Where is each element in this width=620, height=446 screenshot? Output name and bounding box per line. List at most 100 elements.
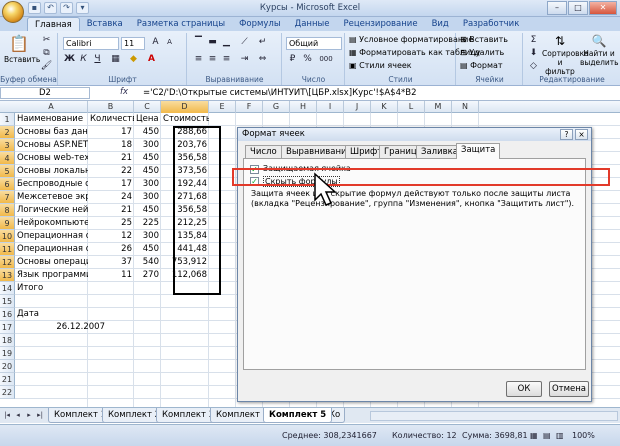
tab-formulas[interactable]: Формулы <box>232 17 288 31</box>
row-header-18[interactable]: 18 <box>0 334 15 347</box>
first-sheet-icon[interactable]: |◂ <box>2 410 12 421</box>
tab-number[interactable]: Число <box>245 145 282 159</box>
row-header-22[interactable]: 22 <box>0 386 15 399</box>
cell-a5[interactable]: Основы локальны <box>15 165 88 178</box>
row-header-10[interactable]: 10 <box>0 230 15 243</box>
row-header-17[interactable]: 17 <box>0 321 15 334</box>
cell-a4[interactable]: Основы web-техно <box>15 152 88 165</box>
row-header-6[interactable]: 6 <box>0 178 15 191</box>
office-button[interactable] <box>2 1 24 23</box>
align-middle-icon[interactable]: ▬ <box>206 37 219 49</box>
next-sheet-icon[interactable]: ▸ <box>24 410 34 421</box>
merge-icon[interactable]: ⇔ <box>256 54 269 66</box>
cell-c1[interactable]: Цена <box>134 113 161 126</box>
cell-b3[interactable]: 18 <box>88 139 134 152</box>
cell-b5[interactable]: 22 <box>88 165 134 178</box>
cell-b6[interactable]: 17 <box>88 178 134 191</box>
tab-insert[interactable]: Вставка <box>80 17 130 31</box>
cell-b7[interactable]: 24 <box>88 191 134 204</box>
view-pagebreak-icon[interactable]: ▥ <box>556 431 564 440</box>
row-header-11[interactable]: 11 <box>0 243 15 256</box>
prev-sheet-icon[interactable]: ◂ <box>13 410 23 421</box>
fill-icon[interactable]: ⬇ <box>527 48 540 60</box>
cell-b2[interactable]: 17 <box>88 126 134 139</box>
insert-cells-button[interactable]: ⊞ Вставить <box>460 35 508 44</box>
find-select-button[interactable]: 🔍 Найти и выделить <box>580 33 619 67</box>
row-header-21[interactable]: 21 <box>0 373 15 386</box>
cut-icon[interactable]: ✂ <box>40 35 53 47</box>
column-header-c[interactable]: C <box>134 101 161 113</box>
column-header-f[interactable]: F <box>236 101 263 113</box>
cell-c5[interactable]: 450 <box>134 165 161 178</box>
cell-styles-button[interactable]: ▣ Стили ячеек <box>349 61 412 70</box>
dropdown-icon[interactable]: ▾ <box>76 2 89 14</box>
row-header-9[interactable]: 9 <box>0 217 15 230</box>
cell-a1[interactable]: Наименование <box>15 113 88 126</box>
row-header-1[interactable]: 1 <box>0 113 15 126</box>
tab-view[interactable]: Вид <box>425 17 456 31</box>
shrink-font-icon[interactable]: A <box>163 37 176 49</box>
cell-a12[interactable]: Основы операцио <box>15 256 88 269</box>
orientation-icon[interactable]: ⟋ <box>238 37 251 49</box>
maximize-icon[interactable]: □ <box>568 1 588 15</box>
sheet-tab-5[interactable]: Комплект 5 <box>263 408 333 423</box>
row-header-15[interactable]: 15 <box>0 295 15 308</box>
row-header-3[interactable]: 3 <box>0 139 15 152</box>
number-format-select[interactable]: Общий <box>286 37 342 50</box>
column-header-e[interactable]: E <box>209 101 236 113</box>
cell-b10[interactable]: 12 <box>88 230 134 243</box>
close-icon[interactable]: ✕ <box>589 1 617 15</box>
currency-icon[interactable]: ₽ <box>286 54 299 66</box>
cell-c10[interactable]: 300 <box>134 230 161 243</box>
cell-c8[interactable]: 450 <box>134 204 161 217</box>
cell-a14[interactable]: Итого <box>15 282 88 295</box>
percent-button[interactable]: % <box>301 54 314 66</box>
column-header-l[interactable]: L <box>398 101 425 113</box>
underline-button[interactable]: Ч <box>91 54 104 66</box>
row-header-5[interactable]: 5 <box>0 165 15 178</box>
grow-font-icon[interactable]: A <box>149 37 162 49</box>
last-sheet-icon[interactable]: ▸| <box>35 410 45 421</box>
cell-a13[interactable]: Язык программир <box>15 269 88 282</box>
cell-c6[interactable]: 300 <box>134 178 161 191</box>
view-layout-icon[interactable]: ▤ <box>543 431 551 440</box>
cell-a6[interactable]: Беспроводные сет <box>15 178 88 191</box>
delete-cells-button[interactable]: ⊟ Удалить <box>460 48 504 57</box>
cell-b11[interactable]: 26 <box>88 243 134 256</box>
format-painter-icon[interactable]: 🖌 <box>40 61 53 73</box>
column-header-i[interactable]: I <box>317 101 344 113</box>
autosum-icon[interactable]: Σ <box>527 35 540 47</box>
borders-icon[interactable]: ▦ <box>109 54 122 66</box>
cell-c3[interactable]: 300 <box>134 139 161 152</box>
formula-input[interactable]: ='C2/'D:\Открытые системы\ИНТУИТ\[ЦБР.xl… <box>143 88 416 98</box>
zoom-level[interactable]: 100% <box>572 431 595 440</box>
column-header-k[interactable]: K <box>371 101 398 113</box>
cell-a3[interactable]: Основы ASP.NET 2. <box>15 139 88 152</box>
align-top-icon[interactable]: ▔ <box>192 37 205 49</box>
help-icon[interactable]: ? <box>560 129 573 140</box>
align-center-icon[interactable]: ≡ <box>206 54 219 66</box>
row-header-13[interactable]: 13 <box>0 269 15 282</box>
cell-a9[interactable]: Нейрокомпьютерн <box>15 217 88 230</box>
clear-icon[interactable]: ◇ <box>527 61 540 73</box>
redo-icon[interactable]: ↷ <box>60 2 73 14</box>
cell-d1[interactable]: Стоимость <box>161 113 209 126</box>
italic-button[interactable]: К <box>77 54 90 66</box>
cell-c2[interactable]: 450 <box>134 126 161 139</box>
column-header-j[interactable]: J <box>344 101 371 113</box>
paste-button[interactable]: 📋 Вставить <box>4 33 40 64</box>
cell-c12[interactable]: 540 <box>134 256 161 269</box>
row-header-14[interactable]: 14 <box>0 282 15 295</box>
column-header-d[interactable]: D <box>161 101 209 113</box>
row-header-16[interactable]: 16 <box>0 308 15 321</box>
horizontal-scrollbar[interactable] <box>370 411 618 421</box>
row-header-19[interactable]: 19 <box>0 347 15 360</box>
cell-c7[interactable]: 300 <box>134 191 161 204</box>
cell-a2[interactable]: Основы баз данн <box>15 126 88 139</box>
align-bottom-icon[interactable]: ▁ <box>220 37 233 49</box>
row-header-2[interactable]: 2 <box>0 126 15 139</box>
fill-color-icon[interactable]: ◆ <box>127 54 140 66</box>
cancel-button[interactable]: Отмена <box>549 381 589 397</box>
row-header-7[interactable]: 7 <box>0 191 15 204</box>
align-left-icon[interactable]: ≡ <box>192 54 205 66</box>
